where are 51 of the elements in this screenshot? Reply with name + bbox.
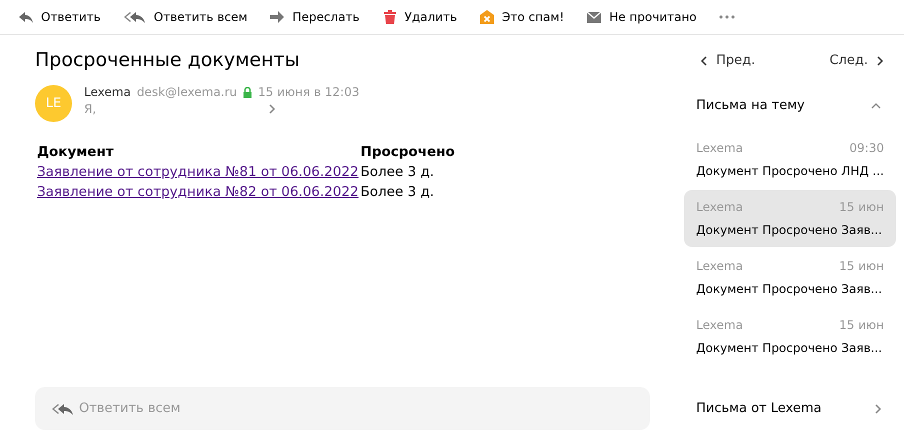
forward-button[interactable]: Переслать (269, 9, 360, 25)
item-subject: Документ Просрочено Заяв... (696, 341, 884, 355)
reply-field[interactable]: Ответить всем (35, 387, 650, 430)
chevron-right-icon (874, 402, 882, 414)
item-subject: Документ Просрочено Заяв... (696, 282, 884, 296)
column-header: Документ (37, 143, 115, 162)
sender-email: desk@lexema.ru (136, 85, 238, 99)
next-button[interactable]: След. (829, 53, 884, 68)
thread-item[interactable]: Lexema 15 июн Документ Просрочено Заяв... (684, 190, 896, 247)
sender-letters-link[interactable]: Письма от Lexema (684, 401, 896, 416)
item-subject: Документ Просрочено ЛНД ... (696, 164, 884, 178)
envelope-icon (586, 9, 602, 25)
item-sender: Lexema (696, 318, 743, 332)
avatar: LE (35, 85, 72, 122)
more-icon (718, 15, 735, 19)
chevron-up-icon (870, 102, 882, 110)
chevron-right-icon (268, 103, 276, 115)
thread-header[interactable]: Письма на тему (684, 98, 896, 113)
forward-arrow-icon (269, 9, 286, 25)
message-date: 15 июня в 12:03 (258, 85, 360, 99)
unread-button[interactable]: Не прочитано (586, 9, 697, 25)
reply-button[interactable]: Ответить (18, 9, 101, 25)
reply-icon (18, 9, 34, 25)
document-link[interactable]: Заявление от сотрудника №81 от 06.06.2022 (37, 164, 359, 180)
column-header: Просрочено (360, 143, 456, 162)
table-cell-text: Более 3 д. (360, 163, 436, 182)
reply-all-icon (51, 401, 75, 417)
chevron-right-icon (876, 54, 884, 66)
item-time: 15 июн (839, 318, 884, 332)
item-sender: Lexema (696, 141, 743, 155)
reply-all-button[interactable]: Ответить всем (122, 9, 248, 25)
item-sender: Lexema (696, 259, 743, 273)
sender-name: Lexema (84, 85, 131, 99)
item-subject: Документ Просрочено Заяв... (696, 223, 884, 237)
trash-icon (382, 9, 398, 25)
document-link[interactable]: Заявление от сотрудника №82 от 06.06.2022 (37, 184, 359, 200)
recipient: Я, (84, 102, 96, 116)
spam-icon (479, 9, 496, 25)
table-cell-text: Более 3 д. (360, 183, 436, 202)
item-time: 15 июн (839, 200, 884, 214)
delete-button[interactable]: Удалить (382, 9, 458, 25)
previous-button[interactable]: Пред. (700, 53, 756, 68)
reply-all-icon (122, 9, 147, 25)
lock-icon (243, 86, 252, 98)
message-subject: Просроченные документы (35, 49, 301, 71)
more-button[interactable] (718, 15, 735, 19)
item-time: 09:30 (849, 141, 884, 155)
item-time: 15 июн (839, 259, 884, 273)
item-sender: Lexema (696, 200, 743, 214)
spam-button[interactable]: Это спам! (479, 9, 564, 25)
chevron-left-icon (700, 54, 708, 66)
